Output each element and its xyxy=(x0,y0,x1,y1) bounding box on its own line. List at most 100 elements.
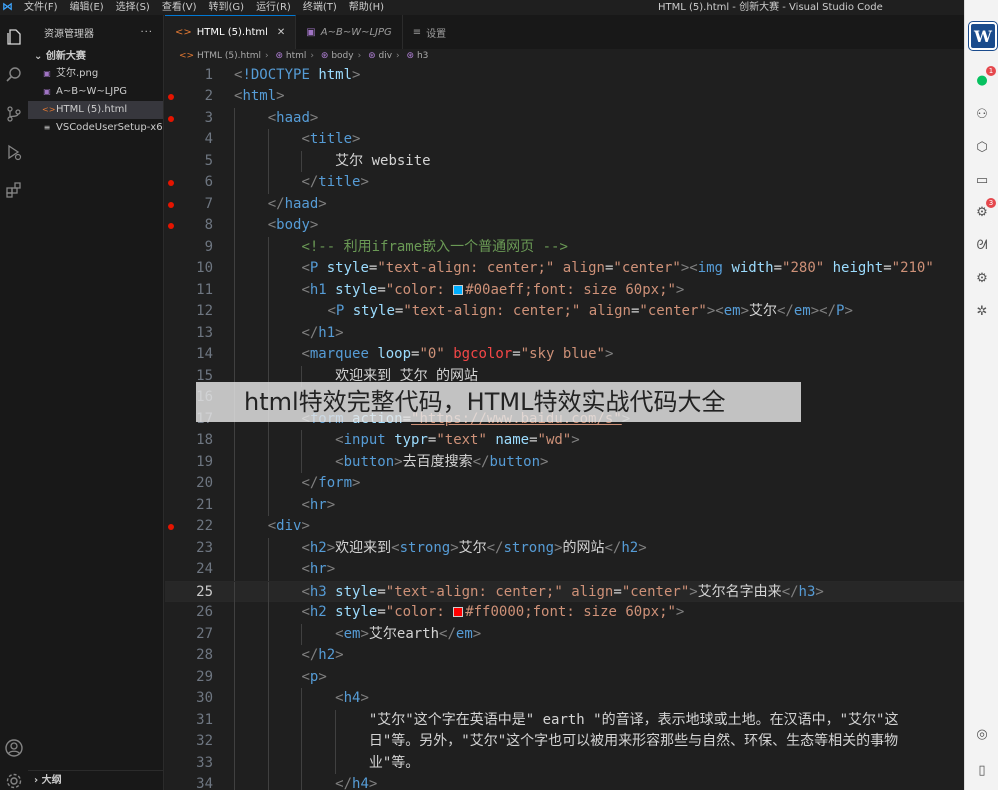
color-swatch[interactable] xyxy=(453,607,464,617)
phone-icon[interactable]: ▯ xyxy=(972,760,992,780)
code-token: > xyxy=(276,88,285,104)
breakpoint-icon[interactable] xyxy=(168,115,174,122)
butterfly-icon[interactable]: ᘛ xyxy=(972,235,992,255)
code-line[interactable]: 7 </haad> xyxy=(165,193,964,215)
settings-icon[interactable]: ⚙ xyxy=(972,268,992,288)
menu-view[interactable]: 查看(V) xyxy=(162,0,197,15)
code-line[interactable]: 4 <title> xyxy=(165,129,964,151)
code-line[interactable]: 11 <h1 style="color: #00aeff;font: size 6… xyxy=(165,279,964,301)
indent-guide xyxy=(335,709,337,731)
code-line[interactable]: 25 <h3 style="text-align: center;" align=… xyxy=(165,580,964,603)
code-line[interactable]: 26 <h2 style="color: #ff0000;font: size 6… xyxy=(165,602,964,624)
menu-terminal[interactable]: 终端(T) xyxy=(303,0,337,15)
breadcrumb-item[interactable]: div xyxy=(378,51,392,61)
code-line[interactable]: 19 <button>去百度搜索</button> xyxy=(165,451,964,473)
code-token: = xyxy=(377,604,386,620)
code-text: "艾尔"这个字在英语中是" earth "的音译，表示地球或土地。在汉语中，"艾… xyxy=(369,710,899,732)
code-line[interactable]: 5 艾尔 website xyxy=(165,150,964,172)
code-line[interactable]: 30 <h4> xyxy=(165,688,964,710)
code-token: h4 xyxy=(352,776,369,790)
file-item[interactable]: ≡ VSCodeUserSetup-x6... xyxy=(28,119,163,137)
indent-guide xyxy=(234,129,235,151)
indent-guide xyxy=(267,752,269,774)
breadcrumb-item[interactable]: html xyxy=(286,51,307,61)
search-icon[interactable] xyxy=(0,61,28,89)
line-number: 8 xyxy=(204,217,213,233)
breadcrumb-item[interactable]: h3 xyxy=(417,51,428,61)
sidebar-header: 资源管理器 ··· xyxy=(28,15,163,49)
code-editor[interactable]: 1 <!DOCTYPE html> 2 <html> 3 <haad> 4 <title> 5 艾… xyxy=(165,63,964,790)
code-line[interactable]: 34 </h4> xyxy=(165,774,964,790)
code-line[interactable]: 22 <div> xyxy=(165,516,964,538)
breakpoint-icon[interactable] xyxy=(168,223,174,229)
code-line[interactable]: 10 <P style="text-align: center;" align="… xyxy=(165,258,964,280)
code-line[interactable]: 20 </form> xyxy=(165,473,964,495)
code-line[interactable]: 14 <marquee loop="0" bgcolor="sky blue"> xyxy=(165,344,964,366)
indent-guide xyxy=(234,516,235,538)
outline-section[interactable]: › 大纲 xyxy=(28,770,164,790)
code-line[interactable]: 24 <hr> xyxy=(165,559,964,581)
project-folder[interactable]: ⌄ 创新大赛 xyxy=(28,49,163,65)
code-line[interactable]: 9 <!-- 利用iframe嵌入一个普通网页 --> xyxy=(165,236,964,258)
code-line[interactable]: 1 <!DOCTYPE html> xyxy=(165,65,964,87)
color-swatch[interactable] xyxy=(453,284,464,295)
tab-settings[interactable]: ≡ 设置 xyxy=(403,15,456,49)
code-token: > xyxy=(604,346,614,362)
more-actions-button[interactable]: ··· xyxy=(140,27,153,38)
code-line[interactable]: 23 <h2>欢迎来到<strong>艾尔</strong>的网站</h2> xyxy=(165,537,964,559)
sparkle-icon[interactable]: ✲ xyxy=(972,301,992,321)
breakpoint-icon[interactable] xyxy=(168,180,174,186)
settings-icon: ≡ xyxy=(412,26,422,38)
breakpoint-icon[interactable] xyxy=(168,94,174,100)
tab-html-5[interactable]: <> HTML (5).html ✕ xyxy=(165,15,297,49)
code-line[interactable]: 29 <p> xyxy=(165,666,964,688)
file-item[interactable]: ▣ 艾尔.png xyxy=(28,65,163,83)
contacts-icon[interactable]: ⚇ xyxy=(972,104,992,124)
code-line[interactable]: 18 <input typr="text" name="wd"> xyxy=(165,430,964,452)
run-debug-icon[interactable] xyxy=(0,138,28,166)
line-number: 11 xyxy=(196,281,213,298)
source-control-icon[interactable] xyxy=(0,100,28,128)
code-token: > xyxy=(675,604,685,620)
menu-help[interactable]: 帮助(H) xyxy=(349,0,384,15)
code-line[interactable]: 13 </h1> xyxy=(165,322,964,344)
code-line[interactable]: 21 <hr> xyxy=(165,494,964,516)
explorer-icon[interactable] xyxy=(0,23,28,51)
tab-image[interactable]: ▣ A~B~W~LJPG xyxy=(296,15,403,49)
code-token: </ xyxy=(439,625,456,642)
code-line[interactable]: 27 <em>艾尔earth</em> xyxy=(165,623,964,645)
account-icon[interactable] xyxy=(0,734,28,762)
code-line[interactable]: 6 </title> xyxy=(165,172,964,194)
extensions-icon[interactable] xyxy=(0,176,28,204)
close-icon[interactable]: ✕ xyxy=(277,27,285,38)
file-item[interactable]: <> HTML (5).html xyxy=(28,101,163,119)
indent-guide xyxy=(234,537,235,559)
breakpoint-icon[interactable] xyxy=(168,524,174,530)
code-line[interactable]: 2 <html> xyxy=(165,86,964,108)
code-line[interactable]: 12 <P style="text-align: center;" align="… xyxy=(165,301,964,323)
menu-go[interactable]: 转到(G) xyxy=(209,0,245,15)
file-item[interactable]: ▣ A~B~W~LJPG xyxy=(28,83,163,101)
menu-selection[interactable]: 选择(S) xyxy=(116,0,150,15)
compass-icon[interactable]: ◎ xyxy=(972,724,992,744)
breadcrumb-item[interactable]: body xyxy=(331,51,353,61)
code-line[interactable]: 28 </h2> xyxy=(165,645,964,667)
breakpoint-icon[interactable] xyxy=(168,201,174,208)
menu-edit[interactable]: 编辑(E) xyxy=(70,0,104,15)
avatar[interactable]: W xyxy=(969,22,997,50)
code-token: < xyxy=(391,539,400,556)
breadcrumb-item[interactable]: HTML (5).html xyxy=(197,51,261,61)
code-line[interactable]: 8 <body> xyxy=(165,215,964,237)
code-line[interactable]: 3 <haad> xyxy=(165,107,964,129)
manage-gear-icon[interactable] xyxy=(0,767,28,790)
code-token: "center" xyxy=(621,583,690,600)
indent-guide xyxy=(267,688,269,710)
menu-run[interactable]: 运行(R) xyxy=(256,0,291,15)
folder-icon[interactable]: ▭ xyxy=(972,170,992,190)
menu-file[interactable]: 文件(F) xyxy=(24,0,58,15)
line-number: 1 xyxy=(204,66,213,83)
code-line[interactable]: 32 日"等。另外，"艾尔"这个字也可以被用来形容那些与自然、环保、生态等相关的事… xyxy=(165,731,964,753)
code-line[interactable]: 31 "艾尔"这个字在英语中是" earth "的音译，表示地球或土地。在汉语中，… xyxy=(165,709,964,732)
code-line[interactable]: 33 业"等。 xyxy=(165,752,964,774)
cube-icon[interactable]: ⬡ xyxy=(972,137,992,157)
